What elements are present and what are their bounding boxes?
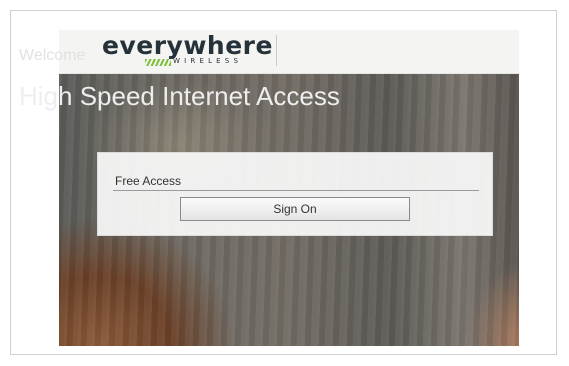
brand-header: everywhere WIRELESS [59, 30, 519, 74]
header-divider [276, 35, 277, 66]
sign-on-button[interactable]: Sign On [180, 197, 410, 221]
free-access-label: Free Access [115, 174, 182, 188]
logo-stripes-icon [145, 59, 171, 66]
panel-divider [113, 190, 479, 191]
logo-tagline: WIRELESS [173, 57, 243, 65]
welcome-text: Welcome [19, 47, 86, 64]
page-headline: High Speed Internet Access [19, 81, 340, 111]
login-panel: Free Access Sign On [97, 152, 493, 236]
logo-wordmark: everywhere [102, 31, 273, 60]
